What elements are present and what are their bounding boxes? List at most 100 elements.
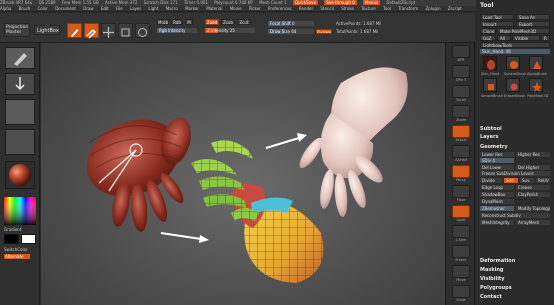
draw-button[interactable]: [84, 23, 99, 39]
zoom-button[interactable]: Zoom: [452, 105, 470, 122]
crease-button[interactable]: Crease: [516, 185, 550, 190]
alpha-thumbnail[interactable]: [5, 99, 35, 125]
menu-picker[interactable]: Picker: [249, 6, 261, 11]
local-button[interactable]: Local: [452, 205, 470, 222]
persp-button[interactable]: Persp: [452, 165, 470, 182]
material-thumbnail[interactable]: [5, 161, 35, 189]
aahalf-button[interactable]: AAHalf: [452, 145, 470, 162]
menu-marker[interactable]: Marker: [185, 6, 199, 11]
export-button[interactable]: Export: [516, 21, 550, 27]
mrgb-button[interactable]: Mrgb: [157, 19, 169, 25]
menu-draw[interactable]: Draw: [83, 6, 93, 11]
smt-button[interactable]: Smt: [504, 178, 518, 183]
save-as-button[interactable]: Save As: [516, 14, 550, 20]
draw-size-slider[interactable]: Draw Size 64: [268, 29, 314, 34]
del-higher-button[interactable]: Del Higher: [516, 165, 550, 170]
r-button[interactable]: R: [541, 35, 550, 41]
move-view-button[interactable]: Move: [452, 265, 470, 282]
menu-macro[interactable]: Macro: [166, 6, 178, 11]
menu-layer[interactable]: Layer: [130, 6, 141, 11]
move-button[interactable]: [101, 23, 116, 38]
zsub-button[interactable]: Zsub: [221, 19, 235, 25]
masking-section[interactable]: Masking: [480, 267, 504, 273]
menu-stencil[interactable]: Stencil: [320, 6, 334, 11]
brush-thumbnail[interactable]: [5, 47, 35, 69]
menu-stroke[interactable]: Stroke: [341, 6, 354, 11]
tool-icon-polymesh[interactable]: PolyMesh3D: [527, 78, 548, 98]
spix-button[interactable]: SPix 3: [452, 65, 470, 82]
alternate-button[interactable]: Alternate: [4, 254, 30, 259]
z-intensity-slider[interactable]: Z Intensity 25: [205, 28, 255, 33]
switch-color-button[interactable]: SwitchColor: [4, 247, 38, 252]
reconstruct-subdiv-button[interactable]: Reconstruct Subdiv: [480, 213, 550, 218]
mesh-integrity-button[interactable]: MeshIntegrity: [480, 220, 514, 225]
rgb-button[interactable]: Rgb: [171, 19, 183, 25]
goz-all-button[interactable]: All: [497, 35, 511, 41]
visible-button[interactable]: Visible: [512, 35, 540, 41]
contact-section[interactable]: Contact: [480, 294, 502, 300]
shadowbox-button[interactable]: ShadowBox: [480, 192, 514, 197]
menu-document[interactable]: Document: [55, 6, 76, 11]
focal-shift-slider[interactable]: Focal Shift 0: [268, 21, 314, 26]
zcut-button[interactable]: Zcut: [237, 19, 251, 25]
menu-color[interactable]: Color: [37, 6, 47, 11]
import-button[interactable]: Import: [480, 21, 514, 27]
sdiv-slider[interactable]: SDiv 4: [480, 158, 514, 163]
quicksave-button[interactable]: QuickSave: [292, 0, 318, 5]
menu-preferences[interactable]: Preferences: [268, 6, 292, 11]
menu-transform[interactable]: Transform: [398, 6, 418, 11]
zremesher-button[interactable]: ZRemesher: [480, 206, 514, 211]
array-mesh-button[interactable]: ArrayMesh: [516, 220, 550, 225]
del-lower-button[interactable]: Del Lower: [480, 165, 514, 170]
secondary-color-swatch[interactable]: [21, 234, 36, 244]
rotate-button[interactable]: [135, 23, 150, 38]
tool-icon-eraser[interactable]: EraserBrush: [504, 78, 525, 98]
make-polymesh-button[interactable]: Make PolyMesh3D: [497, 28, 550, 34]
menu-texture[interactable]: Texture: [361, 6, 376, 11]
deformation-section[interactable]: Deformation: [480, 258, 515, 264]
see-through-slider[interactable]: See-through 0: [324, 0, 357, 5]
scale-view-button[interactable]: Scale: [452, 285, 470, 302]
dynamesh-button[interactable]: DynaMesh: [480, 199, 514, 204]
edge-loop-button[interactable]: Edge Loop: [480, 185, 514, 190]
menu-brush[interactable]: Brush: [19, 6, 31, 11]
texture-thumbnail[interactable]: [5, 129, 35, 155]
goz-button[interactable]: GoZ: [480, 35, 496, 41]
menu-file[interactable]: File: [116, 6, 123, 11]
layers-section[interactable]: Layers: [480, 134, 499, 140]
menus-button[interactable]: Menus: [363, 0, 381, 5]
polygroups-section[interactable]: Polygroups: [480, 285, 512, 291]
reuv-button[interactable]: ReUV: [536, 178, 550, 183]
projection-master-button[interactable]: Projection Master: [4, 23, 30, 37]
scale-button[interactable]: [118, 23, 133, 38]
menu-movie[interactable]: Movie: [230, 6, 242, 11]
default-zscript-button[interactable]: DefaultZScript: [386, 0, 415, 5]
menu-edit[interactable]: Edit: [101, 6, 109, 11]
scroll-button[interactable]: Scroll: [452, 85, 470, 102]
subtool-section[interactable]: Subtool: [480, 126, 502, 132]
current-tool-name[interactable]: Skin_Hand. 48: [480, 49, 550, 54]
visibility-section[interactable]: Visibility: [480, 276, 505, 282]
higher-res-button[interactable]: Higher Res: [516, 152, 550, 157]
menu-zplugin[interactable]: Zplugin: [425, 6, 440, 11]
suv-button[interactable]: Suv: [520, 178, 534, 183]
menu-material[interactable]: Material: [206, 6, 222, 11]
lightbox-button[interactable]: LightBox: [34, 25, 60, 35]
dynamic-button[interactable]: Dynamic: [316, 29, 332, 34]
canvas-viewport[interactable]: [41, 43, 445, 305]
freeze-subdivision-button[interactable]: Freeze SubDivision Levels: [480, 171, 550, 176]
rgb-intensity-slider[interactable]: Rgb Intensity: [157, 28, 197, 33]
bpr-button[interactable]: BPR: [452, 45, 470, 62]
m-button[interactable]: M: [185, 19, 193, 25]
actual-button[interactable]: Actual: [452, 125, 470, 142]
frame-button[interactable]: Frame: [452, 245, 470, 262]
lower-res-button[interactable]: Lower Res: [480, 152, 514, 157]
floor-button[interactable]: Floor: [452, 185, 470, 202]
stroke-thumbnail[interactable]: [5, 73, 35, 95]
divide-button[interactable]: Divide: [480, 178, 502, 183]
lsym-button[interactable]: L.Sym: [452, 225, 470, 242]
menu-light[interactable]: Light: [148, 6, 158, 11]
claypolish-button[interactable]: ClayPolish: [516, 192, 550, 197]
zadd-button[interactable]: Zadd: [205, 19, 219, 25]
menu-render[interactable]: Render: [299, 6, 313, 11]
